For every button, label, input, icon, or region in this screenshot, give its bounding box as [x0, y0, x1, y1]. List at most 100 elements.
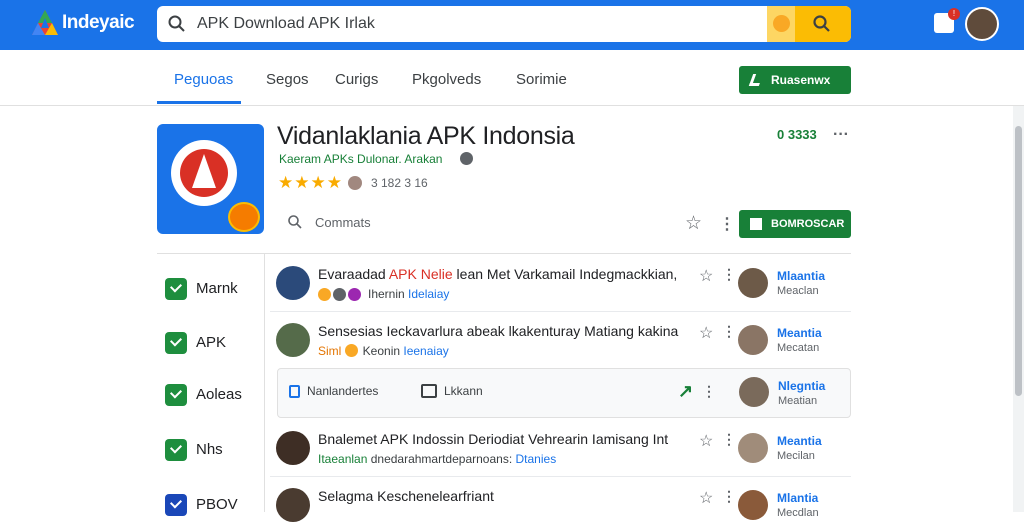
search-button[interactable]	[795, 6, 851, 42]
tab-peguoas[interactable]: Peguoas	[174, 71, 233, 88]
sidebar-item-label: Marnk	[196, 280, 238, 297]
developer-link[interactable]: Kaeram APKs Dulonar. Arakan	[279, 152, 442, 166]
sidebar-item-label: APK	[196, 334, 227, 351]
more-vert-icon[interactable]: ⋮	[722, 488, 736, 505]
header-install-button[interactable]: Ruasenwx	[739, 66, 851, 94]
reviewer-icon	[348, 176, 362, 190]
more-vert-icon[interactable]: ⋮	[722, 266, 736, 283]
sidebar-item-label: Nhs	[196, 441, 223, 458]
sidebar-divider	[264, 254, 265, 512]
more-vert-icon[interactable]: ⋮	[722, 431, 736, 448]
more-vert-icon[interactable]: ⋮	[722, 323, 736, 340]
review-title: Evaraadad APK Nelie lean Met Varkamail I…	[318, 266, 678, 282]
reviewer-avatar	[738, 490, 768, 520]
user-avatar	[276, 266, 310, 300]
review-row[interactable]: Selagma Keschenelearfriant ☆ ⋮ Mlantia M…	[270, 482, 851, 532]
reviewer-subtitle: Meaclan	[777, 285, 819, 297]
sidebar-item-pbov[interactable]: PBOV	[165, 494, 255, 518]
star-icon[interactable]: ☆	[699, 266, 713, 286]
review-meta: Itaeanlan dnedarahmartdeparnoans: Dtanie…	[318, 452, 557, 466]
page-scrollbar[interactable]	[1013, 106, 1024, 512]
reviewer-name[interactable]: Meantia	[777, 434, 822, 448]
filter-bar: Nanlandertes Lkkann ↗ ⋮ Nlegntia Meatian	[277, 368, 851, 418]
emoji-face-icon	[228, 202, 260, 232]
filter-option[interactable]: Nanlandertes	[307, 384, 378, 398]
search-input[interactable]: APK Download APK Irlak	[197, 15, 375, 33]
top-app-bar: Indeyaic APK Download APK Irlak !	[0, 0, 1024, 50]
more-vert-icon[interactable]: ⋮	[719, 214, 735, 234]
search-icon	[813, 15, 830, 32]
star-icon[interactable]: ☆	[699, 488, 713, 508]
accessibility-icon	[165, 494, 187, 516]
user-avatar	[276, 431, 310, 465]
scrollbar-thumb[interactable]	[1015, 126, 1022, 396]
review-meta: Ihernin Idelaiay	[368, 287, 450, 301]
reviewer-name[interactable]: Mlantia	[777, 491, 818, 505]
row-divider	[270, 311, 851, 312]
emoji-button[interactable]	[767, 6, 795, 42]
tab-pkgolveds[interactable]: Pkgolveds	[412, 71, 481, 88]
trend-arrow-icon[interactable]: ↗	[678, 381, 693, 402]
sidebar-item-label: PBOV	[196, 496, 238, 513]
reviewer-subtitle: Meatian	[778, 395, 818, 407]
check-icon	[165, 278, 187, 300]
star-icon[interactable]: ☆	[699, 323, 713, 343]
account-avatar[interactable]	[965, 7, 999, 41]
active-tab-indicator	[157, 101, 241, 104]
app-icon	[157, 124, 264, 234]
more-vert-icon[interactable]: ⋮	[702, 383, 716, 400]
filter-option[interactable]: Lkkann	[444, 384, 483, 398]
reviewer-subtitle: Mecatan	[777, 342, 820, 354]
reviewer-avatar	[738, 433, 768, 463]
install-button[interactable]: BOMROSCAR	[739, 210, 851, 238]
section-divider	[157, 253, 851, 254]
notification-badge: !	[948, 8, 960, 20]
reviewer-name[interactable]: Nlegntia	[778, 379, 825, 393]
bookmark-icon	[289, 385, 300, 398]
review-row[interactable]: Sensesias Ieckavarlura abeak lkakenturay…	[270, 317, 851, 367]
more-options-icon[interactable]: ···	[833, 126, 849, 144]
check-icon	[165, 332, 187, 354]
review-title: Bnalemet APK Indossin Deriodiat Vehreari…	[318, 431, 669, 447]
review-row[interactable]: Bnalemet APK Indossin Deriodiat Vehreari…	[270, 425, 851, 475]
tab-segos[interactable]: Segos	[266, 71, 309, 88]
app-logo-circle	[171, 140, 237, 206]
star-icon[interactable]: ☆	[699, 431, 713, 451]
reviewer-name[interactable]: Mlaantia	[777, 269, 825, 283]
tabs-bar: Peguoas Segos Curigs Pkgolveds Sorimie	[0, 50, 1024, 106]
review-title: Selagma Keschenelearfriant	[318, 488, 494, 504]
sidebar-item-nhs[interactable]: Nhs	[165, 439, 255, 463]
review-row[interactable]: Evaraadad APK Nelie lean Met Varkamail I…	[270, 260, 851, 310]
rating-stars: ★★★★	[278, 173, 343, 192]
app-logo-icon[interactable]	[30, 8, 60, 38]
check-icon	[165, 384, 187, 406]
sidebar-item-apk[interactable]: APK	[165, 332, 255, 356]
sidebar-item-aoleas[interactable]: Aoleas	[165, 384, 255, 408]
search-comments-icon[interactable]	[287, 214, 303, 230]
status-indicator: 0 3333	[777, 127, 817, 142]
wishlist-star-icon[interactable]: ☆	[685, 212, 702, 235]
chat-bubble-icon	[421, 384, 437, 398]
check-icon	[748, 74, 764, 86]
logo-text[interactable]: Indeyaic	[62, 12, 135, 34]
reviewer-avatar	[738, 325, 768, 355]
sidebar-item-marnk[interactable]: Marnk	[165, 278, 255, 302]
user-avatar	[276, 323, 310, 357]
reviewer-name[interactable]: Meantia	[777, 326, 822, 340]
reviewer-subtitle: Mecdlan	[777, 507, 819, 519]
reviewer-avatar	[739, 377, 769, 407]
search-bar[interactable]: APK Download APK Irlak	[157, 6, 851, 42]
reviewer-subtitle: Mecilan	[777, 450, 815, 462]
user-avatar	[276, 488, 310, 522]
row-divider	[270, 476, 851, 477]
tab-curigs[interactable]: Curigs	[335, 71, 378, 88]
search-icon	[168, 15, 185, 32]
tab-sorimie[interactable]: Sorimie	[516, 71, 567, 88]
reaction-icons	[318, 288, 364, 302]
emoji-icon	[773, 15, 790, 32]
download-icon	[750, 218, 762, 230]
header-install-label: Ruasenwx	[771, 73, 831, 87]
reviewer-avatar	[738, 268, 768, 298]
comments-label[interactable]: Commats	[315, 215, 371, 230]
review-meta: Siml Keonin Ieenaiay	[318, 344, 449, 358]
